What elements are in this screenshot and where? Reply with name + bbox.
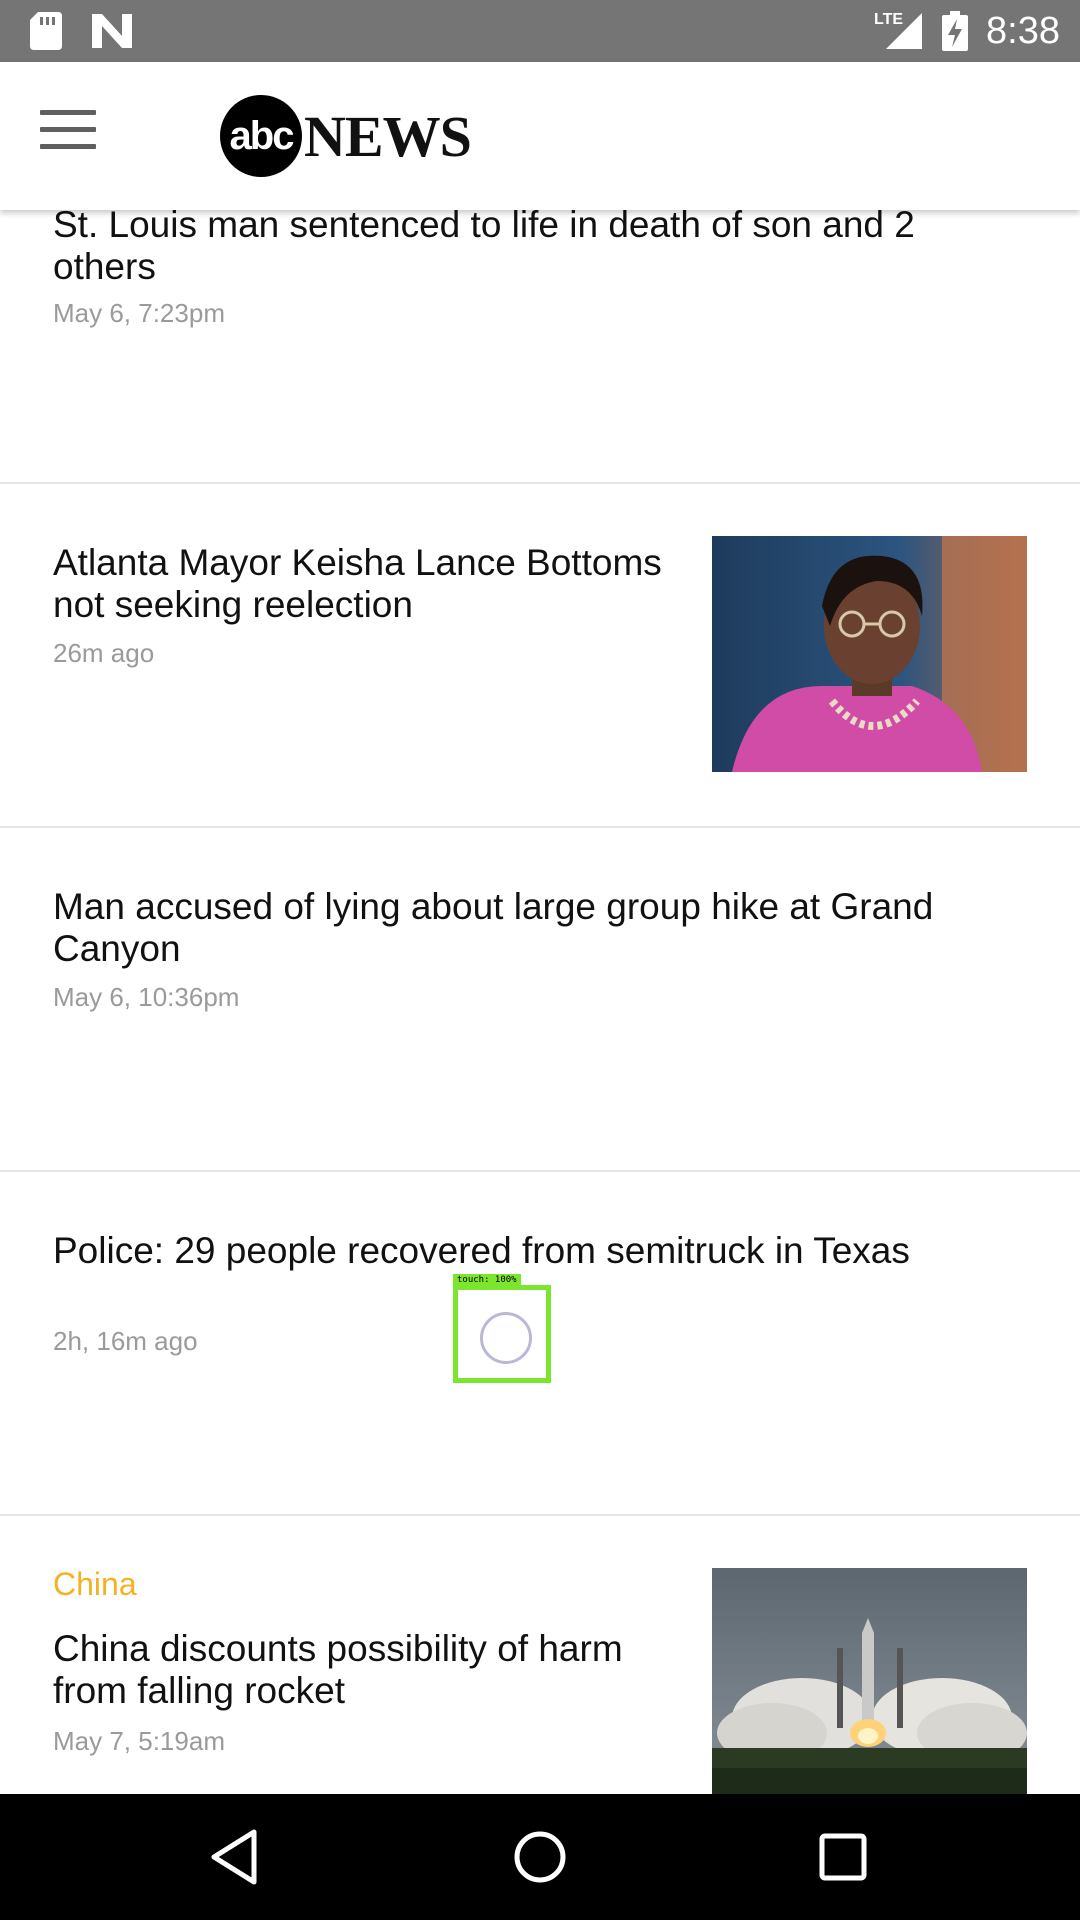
article-time: May 6, 7:23pm [53, 298, 225, 328]
article-card[interactable]: Man accused of lying about large group h… [0, 828, 1080, 1172]
status-bar: LTE 8:38 [0, 0, 1080, 62]
article-title: St. Louis man sentenced to life in death… [53, 210, 915, 287]
clock: 8:38 [986, 9, 1060, 52]
article-card[interactable]: St. Louis man sentenced to life in death… [0, 210, 1080, 484]
article-time: May 7, 5:19am [53, 1726, 225, 1756]
article-title: Man accused of lying about large group h… [53, 886, 934, 969]
abc-news-logo[interactable]: abc NEWS [220, 94, 472, 178]
recents-icon[interactable] [808, 1822, 878, 1892]
sd-card-icon [30, 12, 62, 50]
article-card[interactable]: Atlanta Mayor Keisha Lance Bottoms not s… [0, 484, 1080, 828]
article-time: 26m ago [53, 638, 155, 668]
back-icon[interactable] [200, 1822, 270, 1892]
lte-signal-icon: LTE [874, 11, 924, 51]
article-thumbnail[interactable] [712, 536, 1027, 772]
article-card[interactable]: China China discounts possibility of har… [0, 1516, 1080, 1794]
logo-news: NEWS [304, 103, 472, 169]
touch-point-icon [480, 1312, 532, 1364]
article-title: China discounts possibility of harm from… [53, 1628, 623, 1711]
touch-indicator [453, 1285, 551, 1383]
article-time: 2h, 16m ago [53, 1326, 198, 1356]
n-notification-icon [92, 14, 132, 48]
hamburger-menu-icon[interactable] [40, 110, 96, 158]
home-icon[interactable] [505, 1822, 575, 1892]
navigation-bar [0, 1794, 1080, 1920]
article-time: May 6, 10:36pm [53, 982, 240, 1012]
article-title: Police: 29 people recovered from semitru… [53, 1230, 910, 1271]
article-category[interactable]: China [53, 1566, 137, 1603]
article-title: Atlanta Mayor Keisha Lance Bottoms not s… [53, 542, 662, 625]
app-header: abc NEWS [0, 62, 1080, 210]
news-feed[interactable]: St. Louis man sentenced to life in death… [0, 210, 1080, 1794]
logo-abc: abc [220, 95, 302, 177]
article-thumbnail[interactable] [712, 1568, 1027, 1794]
battery-charging-icon [942, 11, 969, 51]
